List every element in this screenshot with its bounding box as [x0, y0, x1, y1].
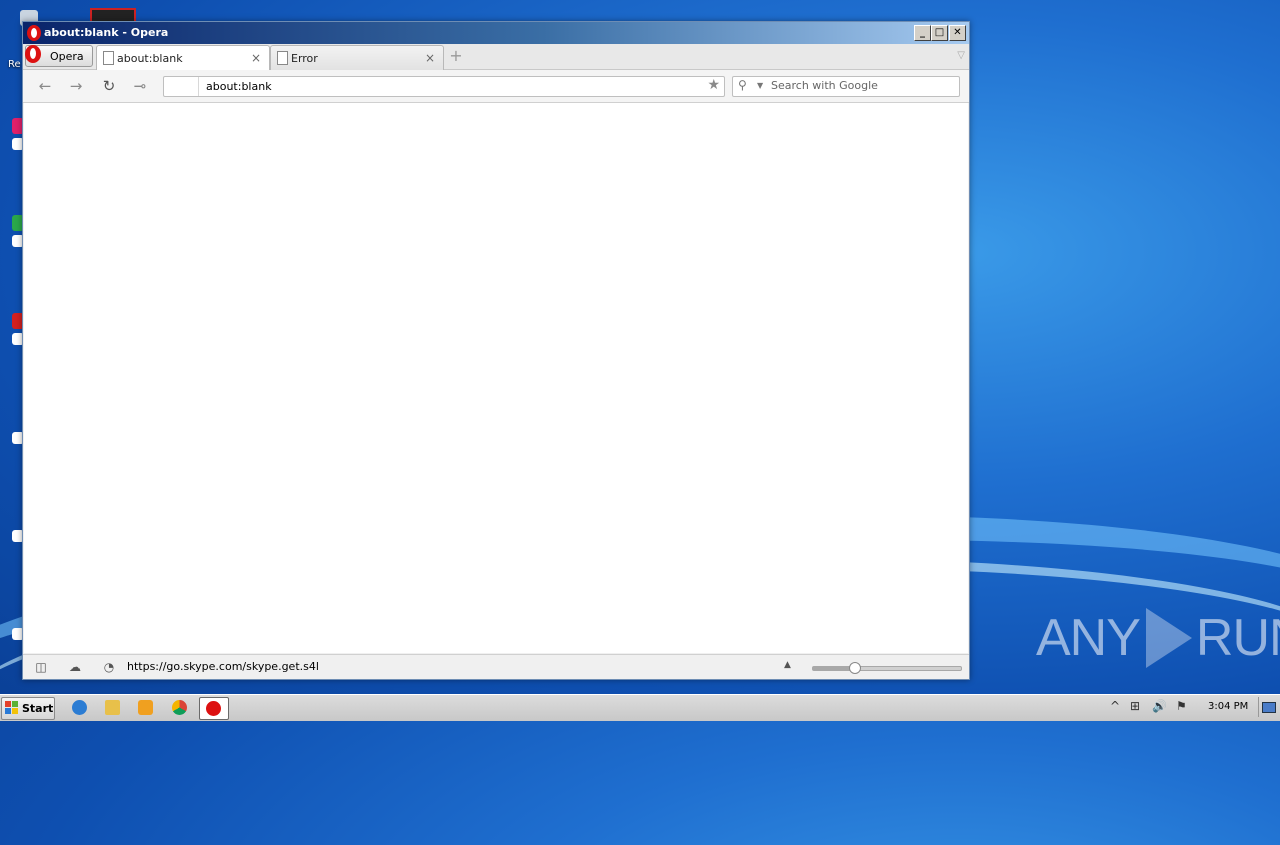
start-button[interactable]: Start	[1, 697, 55, 720]
opera-window: about:blank - Opera _ □ ✕ Opera about:bl…	[22, 21, 970, 680]
close-button[interactable]: ✕	[949, 25, 966, 41]
play-icon	[1145, 608, 1192, 668]
desktop-icon-5[interactable]	[0, 530, 24, 546]
search-engine-dropdown-icon[interactable]: ▼	[757, 81, 763, 90]
opera-logo-icon	[25, 45, 41, 63]
address-value[interactable]: about:blank	[206, 80, 272, 93]
tab-close-icon[interactable]: ×	[425, 51, 435, 65]
cloud-icon[interactable]: ☁	[68, 660, 82, 674]
clock[interactable]: 3:04 PM	[1208, 701, 1248, 712]
minimize-button[interactable]: _	[914, 25, 931, 41]
maximize-button[interactable]: □	[931, 25, 948, 41]
desktop-icon-recycle-bin[interactable]: Re	[0, 8, 38, 74]
zoom-popup-icon[interactable]: ▲	[784, 660, 791, 670]
desktop-icon-6[interactable]	[0, 628, 24, 644]
desktop-icon-label: Re	[8, 59, 21, 70]
watermark-text-right: RUN	[1195, 609, 1280, 667]
watermark-text-left: ANY	[1036, 609, 1141, 667]
opera-icon	[206, 701, 221, 716]
volume-icon[interactable]: 🔊	[1152, 699, 1167, 713]
window-title: about:blank - Opera	[44, 26, 169, 39]
page-content[interactable]	[24, 103, 968, 653]
internet-explorer-icon	[72, 700, 87, 715]
desktop-icon-2[interactable]	[0, 215, 24, 251]
taskbar-opera[interactable]	[199, 697, 229, 720]
taskbar-chrome[interactable]	[166, 697, 194, 718]
chrome-icon	[172, 700, 187, 715]
zoom-fill	[813, 667, 855, 670]
file-explorer-icon	[105, 700, 120, 715]
desktop-icon-1[interactable]	[0, 118, 24, 154]
key-icon[interactable]: ⊸	[131, 77, 149, 95]
address-divider	[198, 77, 199, 96]
bookmark-star-icon[interactable]: ★	[707, 77, 720, 93]
navigation-bar: ← → ↻ ⊸ about:blank ★ ⚲ ▼	[23, 70, 969, 103]
tab-label: about:blank	[117, 52, 183, 65]
opera-menu-button[interactable]: Opera	[25, 45, 93, 67]
tab-strip: Opera about:blank × Error × + ▽	[23, 44, 969, 70]
tab-menu-icon[interactable]: ▽	[957, 50, 965, 61]
taskbar-file-explorer[interactable]	[99, 697, 127, 718]
new-tab-button[interactable]: +	[447, 47, 465, 65]
taskbar-internet-explorer[interactable]	[66, 697, 94, 718]
search-input[interactable]	[771, 78, 951, 93]
network-icon[interactable]: ⊞	[1130, 699, 1140, 713]
page-icon	[277, 51, 288, 65]
opera-logo-icon	[27, 25, 41, 41]
opera-menu-label: Opera	[50, 50, 84, 63]
tab-error[interactable]: Error ×	[270, 45, 444, 70]
title-bar[interactable]: about:blank - Opera _ □ ✕	[23, 22, 969, 44]
anyrun-watermark: ANY RUN	[1036, 608, 1280, 668]
tab-close-icon[interactable]: ×	[251, 51, 261, 65]
zoom-slider[interactable]	[812, 662, 962, 674]
taskbar-media-player[interactable]	[132, 697, 160, 718]
search-icon: ⚲	[738, 78, 747, 92]
show-desktop-button[interactable]	[1258, 697, 1277, 717]
page-icon	[103, 51, 114, 65]
windows-logo-icon	[5, 701, 19, 715]
status-bar: ◫ ☁ ◔ https://go.skype.com/skype.get.s4l…	[23, 654, 969, 679]
tab-label: Error	[291, 52, 318, 65]
tray-expand-icon[interactable]: ^	[1110, 699, 1120, 713]
tab-about-blank[interactable]: about:blank ×	[96, 45, 270, 70]
desktop-icon-3[interactable]	[0, 313, 24, 349]
media-player-icon	[138, 700, 153, 715]
taskbar: Start ^ ⊞ 🔊 ⚑ 3:04 PM	[0, 694, 1280, 721]
turbo-speed-icon[interactable]: ◔	[102, 660, 116, 674]
desktop-icon-4[interactable]	[0, 432, 24, 448]
back-button[interactable]: ←	[36, 77, 54, 95]
forward-button[interactable]: →	[67, 77, 85, 95]
start-label: Start	[22, 702, 54, 715]
panel-toggle-icon[interactable]: ◫	[34, 660, 48, 674]
search-box[interactable]: ⚲ ▼	[732, 76, 960, 97]
action-center-flag-icon[interactable]: ⚑	[1176, 699, 1187, 713]
reload-button[interactable]: ↻	[100, 77, 118, 95]
zoom-handle[interactable]	[849, 662, 862, 674]
address-bar[interactable]: about:blank ★	[163, 76, 725, 97]
status-url: https://go.skype.com/skype.get.s4l	[127, 660, 319, 673]
